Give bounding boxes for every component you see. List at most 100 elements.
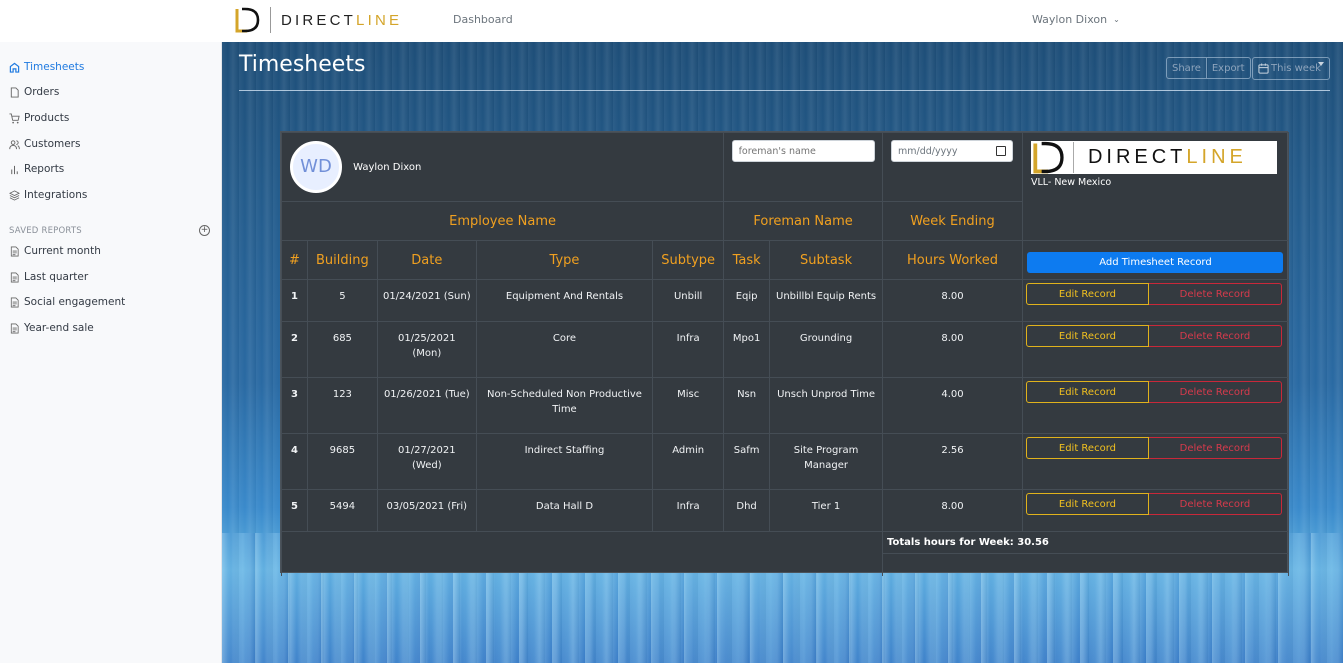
saved-report-current-month[interactable]: Current month xyxy=(9,245,101,257)
sidebar-item-label: Products xyxy=(24,112,70,124)
bar-chart-icon xyxy=(11,165,18,174)
saved-report-label: Current month xyxy=(24,245,101,257)
row-date: 01/27/2021 (Wed) xyxy=(376,433,477,490)
sidebar-item-products[interactable]: Products xyxy=(9,112,69,124)
sidebar-item-label: Integrations xyxy=(24,189,88,201)
column-header-row: # Building Date Type Subtype Task Subtas… xyxy=(281,240,1290,280)
table-row: 2 685 01/25/2021 (Mon) Core Infra Mpo1 G… xyxy=(281,321,1290,378)
col-header-type: Type xyxy=(475,240,654,280)
row-hours: 8.00 xyxy=(882,489,1023,532)
calendar-icon xyxy=(1258,63,1269,74)
brand-logo[interactable]: DIRECTLINE xyxy=(234,6,402,34)
week-range-dropdown[interactable]: This week xyxy=(1252,57,1330,80)
row-type: Equipment And Rentals xyxy=(475,279,654,322)
col-header-subtask: Subtask xyxy=(769,240,884,280)
row-task: Safm xyxy=(723,433,771,490)
col-header-number: # xyxy=(281,240,308,280)
col-header-subtype: Subtype xyxy=(652,240,725,280)
user-menu-dropdown[interactable]: Waylon Dixon ⌄ xyxy=(1032,13,1120,26)
avatar: WD xyxy=(290,141,342,193)
row-subtype: Infra xyxy=(652,489,725,532)
sidebar-item-integrations[interactable]: Integrations xyxy=(9,189,87,201)
sidebar-item-timesheets[interactable]: Timesheets xyxy=(9,61,84,73)
totals-footer-cell xyxy=(882,553,1289,576)
foreman-input-cell xyxy=(723,132,884,202)
edit-record-button[interactable]: Edit Record xyxy=(1025,437,1149,459)
directline-logo-icon xyxy=(1033,141,1064,174)
row-task: Eqip xyxy=(723,279,771,322)
row-subtask: Unbillbl Equip Rents xyxy=(769,279,884,322)
nav-dashboard-link[interactable]: Dashboard xyxy=(453,13,513,26)
edit-record-button[interactable]: Edit Record xyxy=(1025,381,1149,403)
row-subtype: Infra xyxy=(652,321,725,378)
delete-record-button[interactable]: Delete Record xyxy=(1148,381,1282,403)
company-logo: DIRECTLINE xyxy=(1030,141,1277,174)
cart-icon xyxy=(9,112,20,123)
saved-report-label: Year-end sale xyxy=(24,322,94,334)
home-icon xyxy=(9,62,20,73)
employee-cell: WD Waylon Dixon xyxy=(280,132,725,202)
export-button[interactable]: Export xyxy=(1205,58,1250,78)
calendar-icon[interactable] xyxy=(996,146,1007,156)
row-subtask: Tier 1 xyxy=(769,489,884,532)
company-logo-cell: DIRECTLINE VLL- New Mexico xyxy=(1021,132,1290,241)
row-subtask: Grounding xyxy=(769,321,884,378)
sidebar-item-customers[interactable]: Customers xyxy=(9,138,80,150)
delete-record-button[interactable]: Delete Record xyxy=(1148,283,1282,305)
row-number: 4 xyxy=(281,433,308,490)
col-header-task: Task xyxy=(723,240,771,280)
row-number: 1 xyxy=(281,279,308,322)
saved-report-year-end-sale[interactable]: Year-end sale xyxy=(9,322,94,334)
row-task: Dhd xyxy=(723,489,771,532)
share-button[interactable]: Share xyxy=(1167,58,1206,78)
add-saved-report-icon[interactable]: + xyxy=(199,225,210,236)
week-range-label: This week xyxy=(1271,63,1321,74)
edit-record-button[interactable]: Edit Record xyxy=(1025,283,1149,305)
col-header-building: Building xyxy=(306,240,378,280)
foreman-name-input[interactable] xyxy=(731,140,875,162)
file-text-icon xyxy=(10,323,19,333)
row-actions: Edit Record Delete Record xyxy=(1021,433,1290,490)
file-text-icon xyxy=(10,246,19,256)
file-icon xyxy=(10,86,19,98)
row-task: Mpo1 xyxy=(723,321,771,378)
delete-record-button[interactable]: Delete Record xyxy=(1148,437,1282,459)
row-subtask: Site Program Manager xyxy=(769,433,884,490)
saved-report-last-quarter[interactable]: Last quarter xyxy=(9,271,88,283)
week-ending-date-input[interactable]: mm/dd/yyyy xyxy=(891,140,1014,162)
row-type: Core xyxy=(475,321,654,378)
row-subtype: Admin xyxy=(652,433,725,490)
row-actions: Edit Record Delete Record xyxy=(1021,377,1290,434)
add-record-cell: Add Timesheet Record xyxy=(1021,240,1290,280)
row-date: 03/05/2021 (Fri) xyxy=(376,489,477,532)
add-timesheet-record-button[interactable]: Add Timesheet Record xyxy=(1027,252,1284,273)
saved-reports-heading: SAVED REPORTS xyxy=(9,226,82,236)
chevron-down-icon: ⌄ xyxy=(1113,15,1120,24)
row-date: 01/26/2021 (Tue) xyxy=(376,377,477,434)
sidebar-item-label: Reports xyxy=(24,163,65,175)
edit-record-button[interactable]: Edit Record xyxy=(1025,325,1149,347)
user-name: Waylon Dixon xyxy=(1032,13,1108,26)
caret-down-icon xyxy=(1318,62,1324,66)
logo-wordmark: DIRECTLINE xyxy=(1087,146,1247,168)
date-placeholder: mm/dd/yyyy xyxy=(898,145,958,157)
row-subtype: Unbill xyxy=(652,279,725,322)
week-ending-header: Week Ending xyxy=(882,201,1023,241)
row-subtype: Misc xyxy=(652,377,725,434)
row-hours: 8.00 xyxy=(882,279,1023,322)
brand-separator xyxy=(270,7,271,33)
row-actions: Edit Record Delete Record xyxy=(1021,321,1290,378)
row-number: 3 xyxy=(281,377,308,434)
row-date: 01/24/2021 (Sun) xyxy=(376,279,477,322)
table-row: 4 9685 01/27/2021 (Wed) Indirect Staffin… xyxy=(281,433,1290,490)
delete-record-button[interactable]: Delete Record xyxy=(1148,493,1282,515)
sidebar-item-orders[interactable]: Orders xyxy=(9,86,59,98)
row-type: Indirect Staffing xyxy=(475,433,654,490)
edit-record-button[interactable]: Edit Record xyxy=(1025,493,1149,515)
sidebar-item-reports[interactable]: Reports xyxy=(9,163,64,175)
file-text-icon xyxy=(10,272,19,282)
saved-report-social-engagement[interactable]: Social engagement xyxy=(9,296,125,308)
row-task: Nsn xyxy=(723,377,771,434)
delete-record-button[interactable]: Delete Record xyxy=(1148,325,1282,347)
saved-report-label: Last quarter xyxy=(24,271,89,283)
